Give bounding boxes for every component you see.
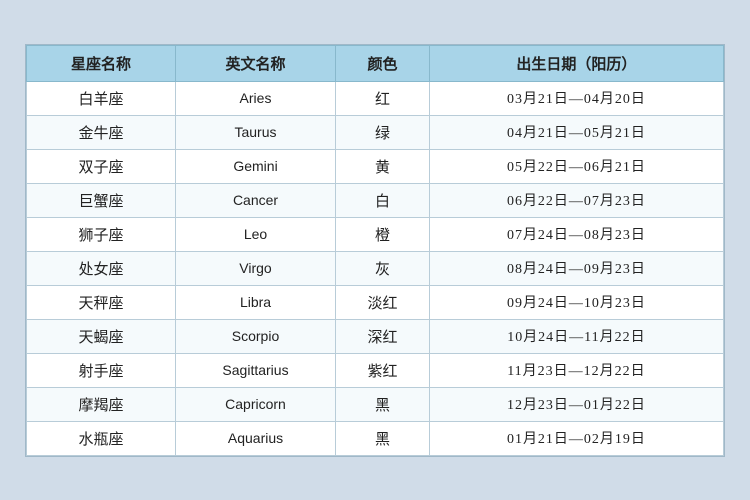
cell-dates: 08月24日—09月23日 <box>429 251 723 285</box>
table-row: 巨蟹座Cancer白06月22日—07月23日 <box>27 183 724 217</box>
header-english-name: 英文名称 <box>175 45 335 81</box>
cell-color: 橙 <box>336 217 430 251</box>
cell-english-name: Aquarius <box>175 421 335 455</box>
cell-color: 黑 <box>336 421 430 455</box>
table-row: 摩羯座Capricorn黑12月23日—01月22日 <box>27 387 724 421</box>
cell-dates: 11月23日—12月22日 <box>429 353 723 387</box>
cell-dates: 04月21日—05月21日 <box>429 115 723 149</box>
cell-chinese-name: 天秤座 <box>27 285 176 319</box>
cell-english-name: Sagittarius <box>175 353 335 387</box>
cell-chinese-name: 水瓶座 <box>27 421 176 455</box>
cell-english-name: Capricorn <box>175 387 335 421</box>
table-row: 射手座Sagittarius紫红11月23日—12月22日 <box>27 353 724 387</box>
cell-dates: 12月23日—01月22日 <box>429 387 723 421</box>
cell-color: 红 <box>336 81 430 115</box>
cell-dates: 10月24日—11月22日 <box>429 319 723 353</box>
cell-color: 黑 <box>336 387 430 421</box>
cell-english-name: Virgo <box>175 251 335 285</box>
cell-dates: 05月22日—06月21日 <box>429 149 723 183</box>
cell-chinese-name: 处女座 <box>27 251 176 285</box>
table-row: 水瓶座Aquarius黑01月21日—02月19日 <box>27 421 724 455</box>
cell-dates: 07月24日—08月23日 <box>429 217 723 251</box>
table-row: 天秤座Libra淡红09月24日—10月23日 <box>27 285 724 319</box>
cell-chinese-name: 白羊座 <box>27 81 176 115</box>
cell-english-name: Libra <box>175 285 335 319</box>
cell-dates: 09月24日—10月23日 <box>429 285 723 319</box>
cell-dates: 03月21日—04月20日 <box>429 81 723 115</box>
cell-english-name: Scorpio <box>175 319 335 353</box>
header-color: 颜色 <box>336 45 430 81</box>
cell-english-name: Cancer <box>175 183 335 217</box>
header-birth-date: 出生日期（阳历） <box>429 45 723 81</box>
cell-color: 白 <box>336 183 430 217</box>
table-row: 天蝎座Scorpio深红10月24日—11月22日 <box>27 319 724 353</box>
table-row: 白羊座Aries红03月21日—04月20日 <box>27 81 724 115</box>
cell-chinese-name: 天蝎座 <box>27 319 176 353</box>
cell-chinese-name: 狮子座 <box>27 217 176 251</box>
cell-chinese-name: 金牛座 <box>27 115 176 149</box>
cell-color: 黄 <box>336 149 430 183</box>
cell-english-name: Gemini <box>175 149 335 183</box>
cell-chinese-name: 射手座 <box>27 353 176 387</box>
cell-color: 绿 <box>336 115 430 149</box>
cell-dates: 06月22日—07月23日 <box>429 183 723 217</box>
cell-dates: 01月21日—02月19日 <box>429 421 723 455</box>
table-row: 狮子座Leo橙07月24日—08月23日 <box>27 217 724 251</box>
table-row: 金牛座Taurus绿04月21日—05月21日 <box>27 115 724 149</box>
table-body: 白羊座Aries红03月21日—04月20日金牛座Taurus绿04月21日—0… <box>27 81 724 455</box>
zodiac-table: 星座名称 英文名称 颜色 出生日期（阳历） 白羊座Aries红03月21日—04… <box>26 45 724 456</box>
cell-english-name: Taurus <box>175 115 335 149</box>
header-chinese-name: 星座名称 <box>27 45 176 81</box>
cell-english-name: Aries <box>175 81 335 115</box>
cell-chinese-name: 摩羯座 <box>27 387 176 421</box>
cell-color: 淡红 <box>336 285 430 319</box>
table-row: 双子座Gemini黄05月22日—06月21日 <box>27 149 724 183</box>
cell-chinese-name: 双子座 <box>27 149 176 183</box>
cell-color: 深红 <box>336 319 430 353</box>
table-header-row: 星座名称 英文名称 颜色 出生日期（阳历） <box>27 45 724 81</box>
zodiac-table-container: 星座名称 英文名称 颜色 出生日期（阳历） 白羊座Aries红03月21日—04… <box>25 44 725 457</box>
cell-color: 灰 <box>336 251 430 285</box>
cell-english-name: Leo <box>175 217 335 251</box>
cell-color: 紫红 <box>336 353 430 387</box>
table-row: 处女座Virgo灰08月24日—09月23日 <box>27 251 724 285</box>
cell-chinese-name: 巨蟹座 <box>27 183 176 217</box>
